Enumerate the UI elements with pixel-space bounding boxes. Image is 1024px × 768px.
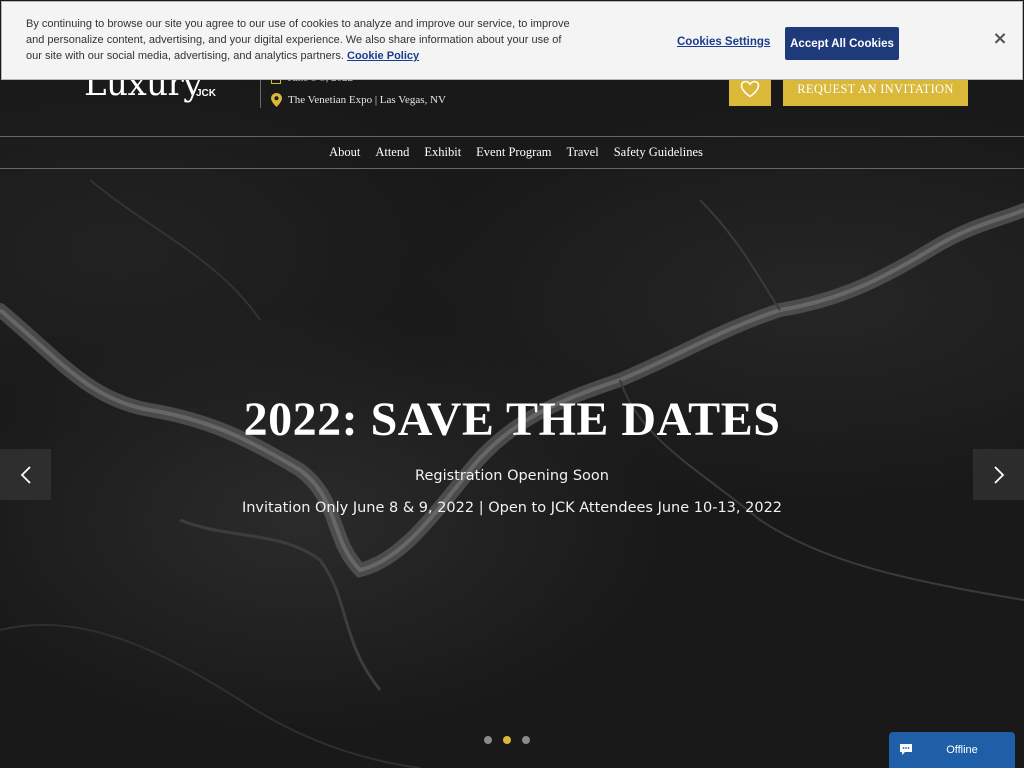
hero-subtitle: Registration Opening Soon: [415, 468, 609, 484]
nav-item-travel[interactable]: Travel: [567, 145, 599, 160]
nav-item-attend[interactable]: Attend: [375, 145, 409, 160]
nav-item-about[interactable]: About: [329, 145, 360, 160]
chat-status: Offline: [946, 744, 978, 756]
cookie-message: By continuing to browse our site you agr…: [26, 16, 571, 64]
hero-title: 2022: SAVE THE DATES: [243, 393, 781, 446]
chat-widget-button[interactable]: Offline: [889, 732, 1015, 768]
accept-all-cookies-button[interactable]: Accept All Cookies: [785, 27, 899, 60]
cookie-settings-link[interactable]: Cookies Settings: [677, 36, 770, 48]
carousel-next-button[interactable]: [973, 449, 1024, 500]
hero-dates: Invitation Only June 8 & 9, 2022 | Open …: [241, 500, 783, 516]
cookie-banner: By continuing to browse our site you agr…: [1, 1, 1023, 80]
chevron-left-icon: [20, 465, 31, 484]
main-nav: About Attend Exhibit Event Program Trave…: [0, 136, 1024, 169]
carousel-dots: [484, 736, 530, 744]
nav-item-exhibit[interactable]: Exhibit: [424, 145, 461, 160]
heart-icon: [740, 80, 760, 98]
chevron-right-icon: [993, 465, 1004, 484]
event-venue: The Venetian Expo | Las Vegas, NV: [288, 94, 446, 106]
cookie-message-text: By continuing to browse our site you agr…: [26, 18, 570, 62]
nav-item-safety-guidelines[interactable]: Safety Guidelines: [614, 145, 703, 160]
carousel-prev-button[interactable]: [0, 449, 51, 500]
nav-item-event-program[interactable]: Event Program: [476, 145, 551, 160]
cookie-policy-link[interactable]: Cookie Policy: [347, 50, 419, 62]
carousel-dot[interactable]: [484, 736, 492, 744]
location-pin-icon: [271, 93, 282, 107]
carousel-dot[interactable]: [503, 736, 511, 744]
carousel-dot[interactable]: [522, 736, 530, 744]
logo-sub: JCK: [196, 88, 217, 99]
close-icon[interactable]: ×: [990, 28, 1010, 52]
